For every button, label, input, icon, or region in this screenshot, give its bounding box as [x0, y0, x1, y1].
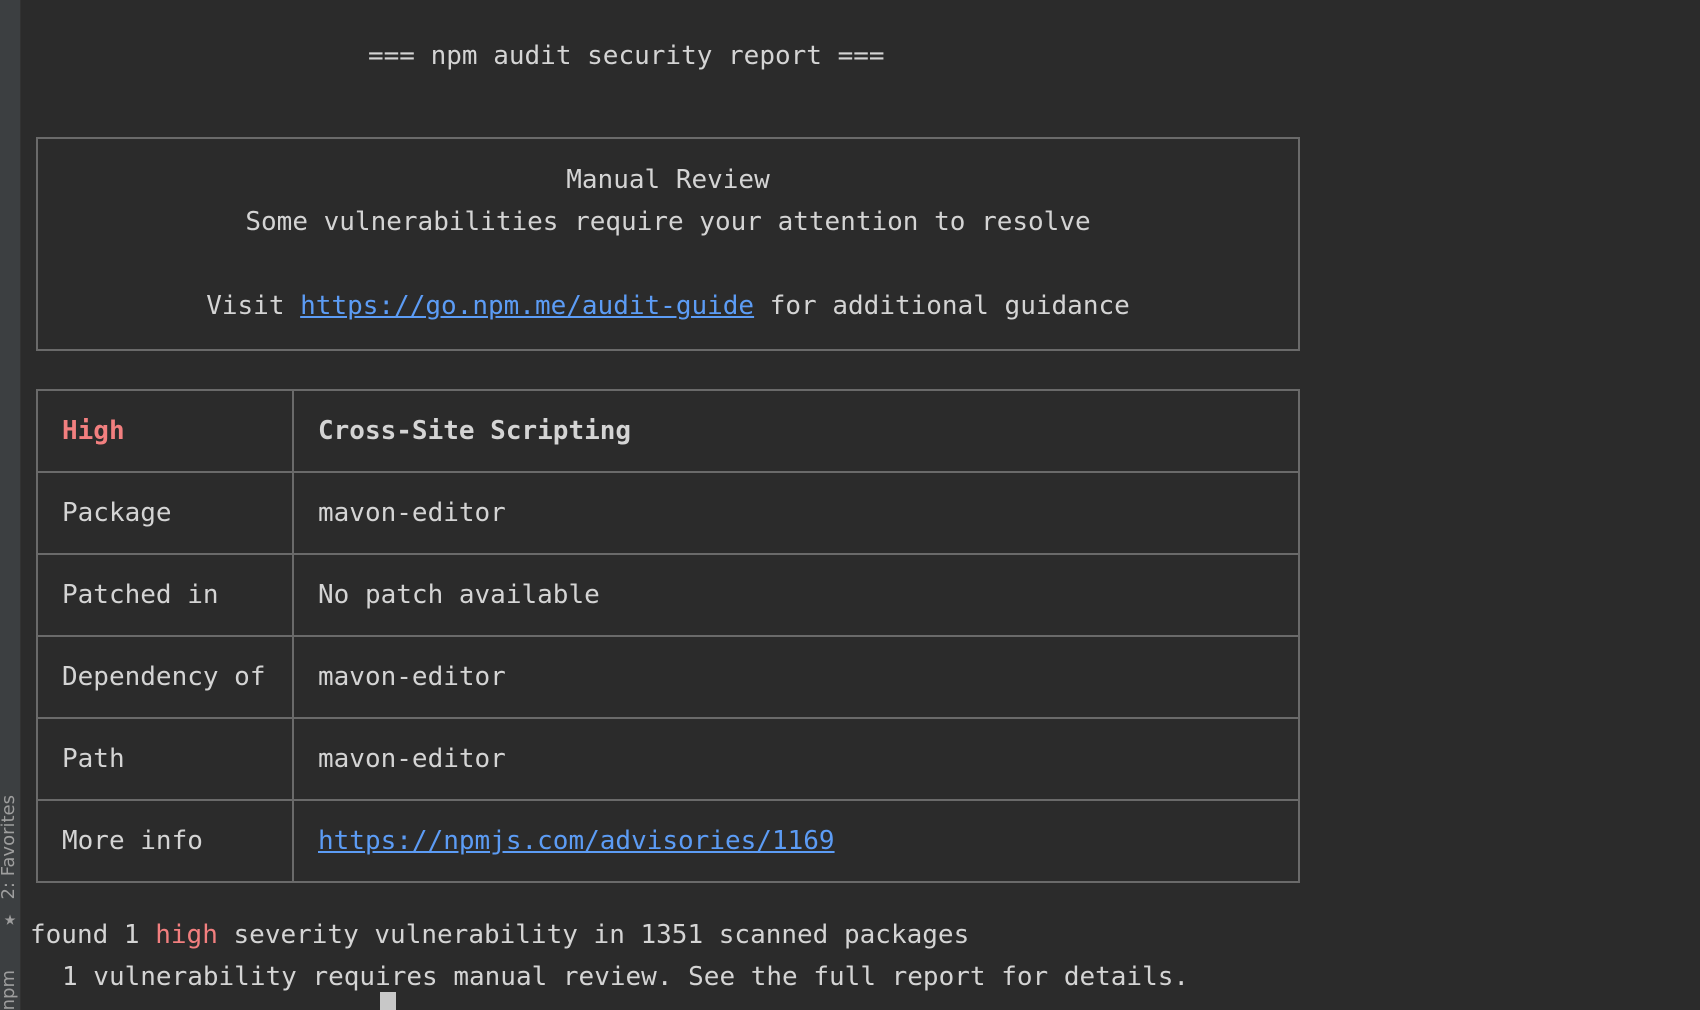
visit-prefix: Visit [206, 291, 301, 321]
manual-review-box: Manual Review Some vulnerabilities requi… [36, 137, 1300, 351]
visit-suffix: for additional guidance [754, 291, 1130, 321]
manual-review-heading: Manual Review [566, 165, 770, 195]
advisory-name: Cross-Site Scripting [292, 389, 1300, 473]
table-row: Path mavon-editor [36, 717, 1300, 801]
terminal-output: === npm audit security report === Manual… [0, 0, 1700, 1010]
advisory-link[interactable]: https://npmjs.com/advisories/1169 [318, 826, 835, 856]
summary-review-line: 1 vulnerability requires manual review. … [62, 962, 1190, 992]
table-row: Dependency of mavon-editor [36, 635, 1300, 719]
audit-guide-link[interactable]: https://go.npm.me/audit-guide [300, 291, 754, 321]
report-title: === npm audit security report === [368, 41, 885, 71]
row-label: Package [36, 471, 294, 555]
row-value: mavon-editor [292, 471, 1300, 555]
summary-severity: high [155, 920, 218, 950]
summary-found-line: found 1 high severity vulnerability in 1… [30, 914, 969, 956]
summary-prefix: found 1 [30, 920, 156, 950]
table-row: More info https://npmjs.com/advisories/1… [36, 799, 1300, 883]
row-label: Dependency of [36, 635, 294, 719]
manual-review-visit-line: Visit https://go.npm.me/audit-guide for … [38, 285, 1298, 327]
row-value: mavon-editor [292, 717, 1300, 801]
terminal-cursor [380, 992, 396, 1010]
summary-suffix: severity vulnerability in 1351 scanned p… [217, 920, 970, 950]
row-label: More info [36, 799, 294, 883]
table-row: Package mavon-editor [36, 471, 1300, 555]
manual-review-subheading: Some vulnerabilities require your attent… [245, 207, 1091, 237]
table-row: Patched in No patch available [36, 553, 1300, 637]
row-value: No patch available [292, 553, 1300, 637]
severity-label: High [36, 389, 294, 473]
advisory-table: High Cross-Site Scripting Package mavon-… [36, 389, 1300, 883]
row-label: Path [36, 717, 294, 801]
row-label: Patched in [36, 553, 294, 637]
table-row: High Cross-Site Scripting [36, 389, 1300, 473]
row-value: mavon-editor [292, 635, 1300, 719]
row-value: https://npmjs.com/advisories/1169 [292, 799, 1300, 883]
